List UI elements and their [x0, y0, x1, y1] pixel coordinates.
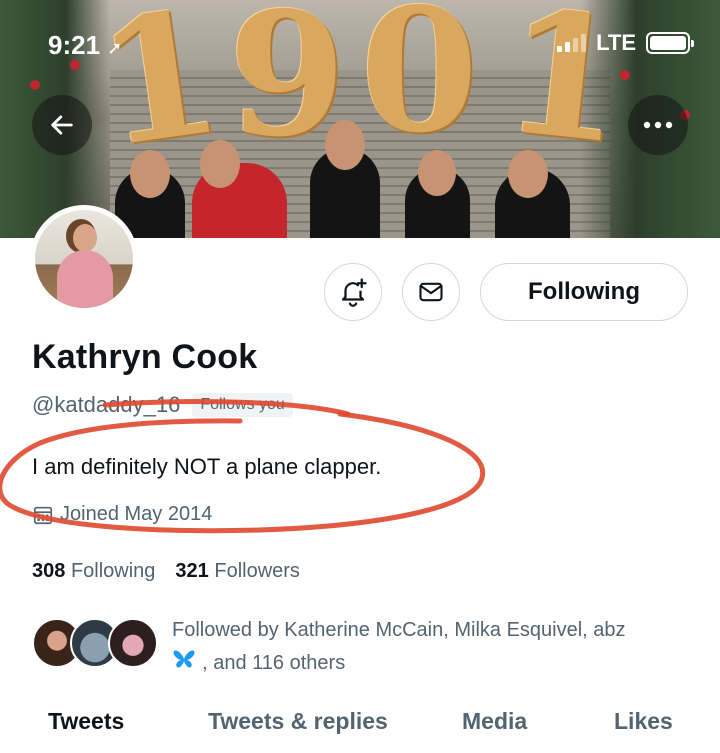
followers-count-label: Followers [214, 560, 300, 582]
following-count-link[interactable]: 308 Following [32, 560, 155, 583]
butterfly-icon [172, 649, 202, 674]
garland-bow [30, 80, 40, 90]
status-time-text: 9:21 [48, 30, 101, 60]
tab-tweets-replies[interactable]: Tweets & replies [208, 708, 388, 735]
profile-name: Kathryn Cook [32, 338, 258, 376]
followed-by-line2-row: , and 116 others [172, 646, 692, 679]
avatar-head [73, 224, 97, 252]
back-arrow-icon [51, 115, 73, 135]
status-time: 9:21 ➚ [48, 30, 122, 61]
tab-media[interactable]: Media [462, 708, 527, 735]
followed-by-text: Followed by Katherine McCain, Milka Esqu… [172, 614, 692, 679]
followers-count: 321 [175, 560, 209, 582]
notify-button[interactable] [324, 263, 382, 321]
profile-handle: @katdaddy_16 [32, 392, 181, 417]
follower-avatar [108, 618, 158, 668]
avatar-dress [57, 250, 113, 308]
followed-by-row[interactable]: Followed by Katherine McCain, Milka Esqu… [32, 612, 692, 682]
more-button[interactable] [628, 95, 688, 155]
notification-bell-plus-icon [341, 278, 367, 307]
following-button[interactable]: Following [480, 263, 688, 321]
battery-icon [646, 32, 694, 54]
tab-likes[interactable]: Likes [614, 708, 673, 735]
tab-tweets[interactable]: Tweets [48, 708, 124, 735]
follows-you-badge: Follows you [192, 393, 293, 417]
profile-bio: I am definitely NOT a plane clapper. [32, 454, 382, 479]
back-button[interactable] [32, 95, 92, 155]
carrier-label: LTE [596, 30, 636, 55]
balloon-digit: 9 [228, 0, 347, 175]
follow-counts: 308 Following 321 Followers [32, 560, 300, 583]
followers-count-link[interactable]: 321 Followers [175, 560, 300, 583]
handle-row: @katdaddy_16 Follows you [32, 392, 293, 418]
more-icon [643, 121, 673, 129]
followed-by-line1: Followed by Katherine McCain, Milka Esqu… [172, 619, 626, 641]
location-arrow-icon: ➚ [107, 38, 123, 58]
status-bar: 9:21 ➚ LTE [0, 26, 720, 62]
calendar-icon [33, 506, 53, 524]
profile-avatar[interactable] [30, 205, 138, 313]
followed-by-line2: , and 116 others [202, 652, 346, 674]
signal-icon [557, 34, 587, 52]
status-right: LTE [557, 30, 694, 56]
joined-text: Joined May 2014 [60, 503, 213, 525]
mail-icon [419, 282, 443, 302]
following-count: 308 [32, 560, 66, 582]
joined-date: Joined May 2014 [32, 503, 212, 526]
balloon-digit: 0 [360, 0, 479, 171]
following-count-label: Following [70, 560, 156, 582]
profile-tabs: Tweets Tweets & replies Media Likes [0, 708, 720, 753]
message-button[interactable] [402, 263, 460, 321]
